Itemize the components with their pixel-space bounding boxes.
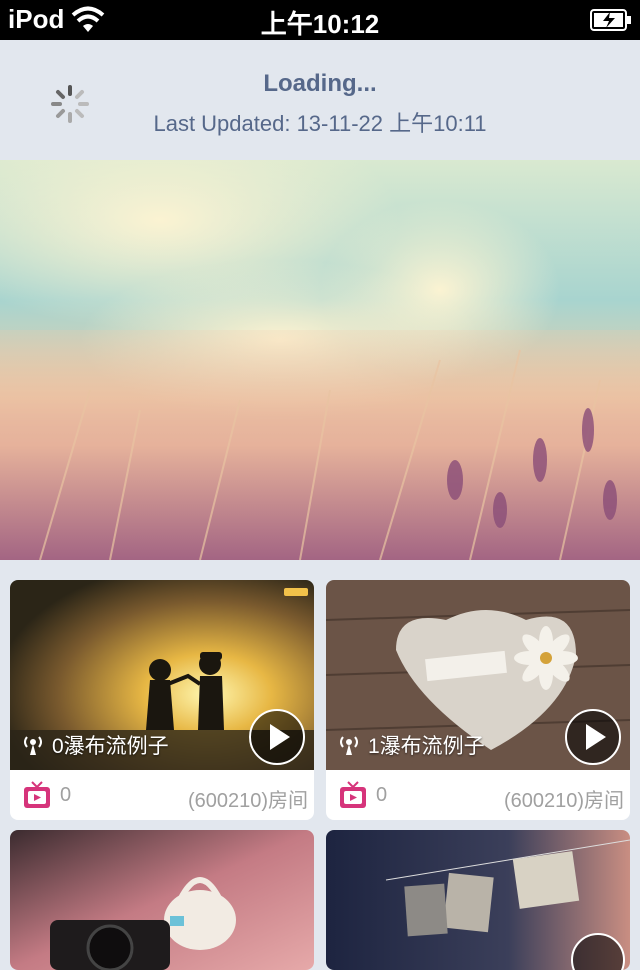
tv-icon xyxy=(24,781,50,808)
room-label: (600210)房间 xyxy=(187,790,308,812)
status-time: 上午10:12 xyxy=(260,9,380,39)
card-thumbnail[interactable] xyxy=(10,830,314,970)
last-updated-text: Last Updated: 13-11-22 上午10:11 xyxy=(153,111,487,136)
card-thumbnail[interactable]: 0瀑布流例子 xyxy=(10,580,314,770)
card-footer: 0 (600210)房间 xyxy=(10,770,314,820)
camera-photo xyxy=(10,830,314,970)
card-thumbnail[interactable]: 1瀑布流例子 xyxy=(326,580,630,770)
room-label: (600210)房间 xyxy=(503,790,624,812)
pull-to-refresh-header: Loading... Last Updated: 13-11-22 上午10:1… xyxy=(0,40,640,160)
tv-icon xyxy=(340,781,366,808)
video-card[interactable]: 0瀑布流例子 0 (600210)房间 xyxy=(10,580,314,820)
play-icon[interactable] xyxy=(248,708,306,766)
video-card[interactable] xyxy=(10,830,314,970)
broadcast-icon xyxy=(340,736,358,755)
video-card[interactable] xyxy=(326,830,630,970)
viewer-count: 0 xyxy=(376,784,388,806)
wheat-field-photo xyxy=(0,160,640,560)
viewer-count: 0 xyxy=(60,784,72,806)
broadcast-icon xyxy=(24,736,42,755)
card-footer: 0 (600210)房间 xyxy=(326,770,630,820)
play-icon[interactable] xyxy=(564,708,622,766)
battery-charging-icon xyxy=(590,9,631,31)
banner-image[interactable] xyxy=(0,160,640,560)
video-card[interactable]: 1瀑布流例子 0 (600210)房间 xyxy=(326,580,630,820)
photos-on-string-photo xyxy=(326,830,630,970)
loading-title: Loading... xyxy=(263,70,377,97)
status-bar: iPod 上午10:12 xyxy=(0,0,640,40)
card-title: 0瀑布流例子 xyxy=(52,735,169,758)
card-title: 1瀑布流例子 xyxy=(368,735,485,758)
card-thumbnail[interactable] xyxy=(326,830,630,970)
